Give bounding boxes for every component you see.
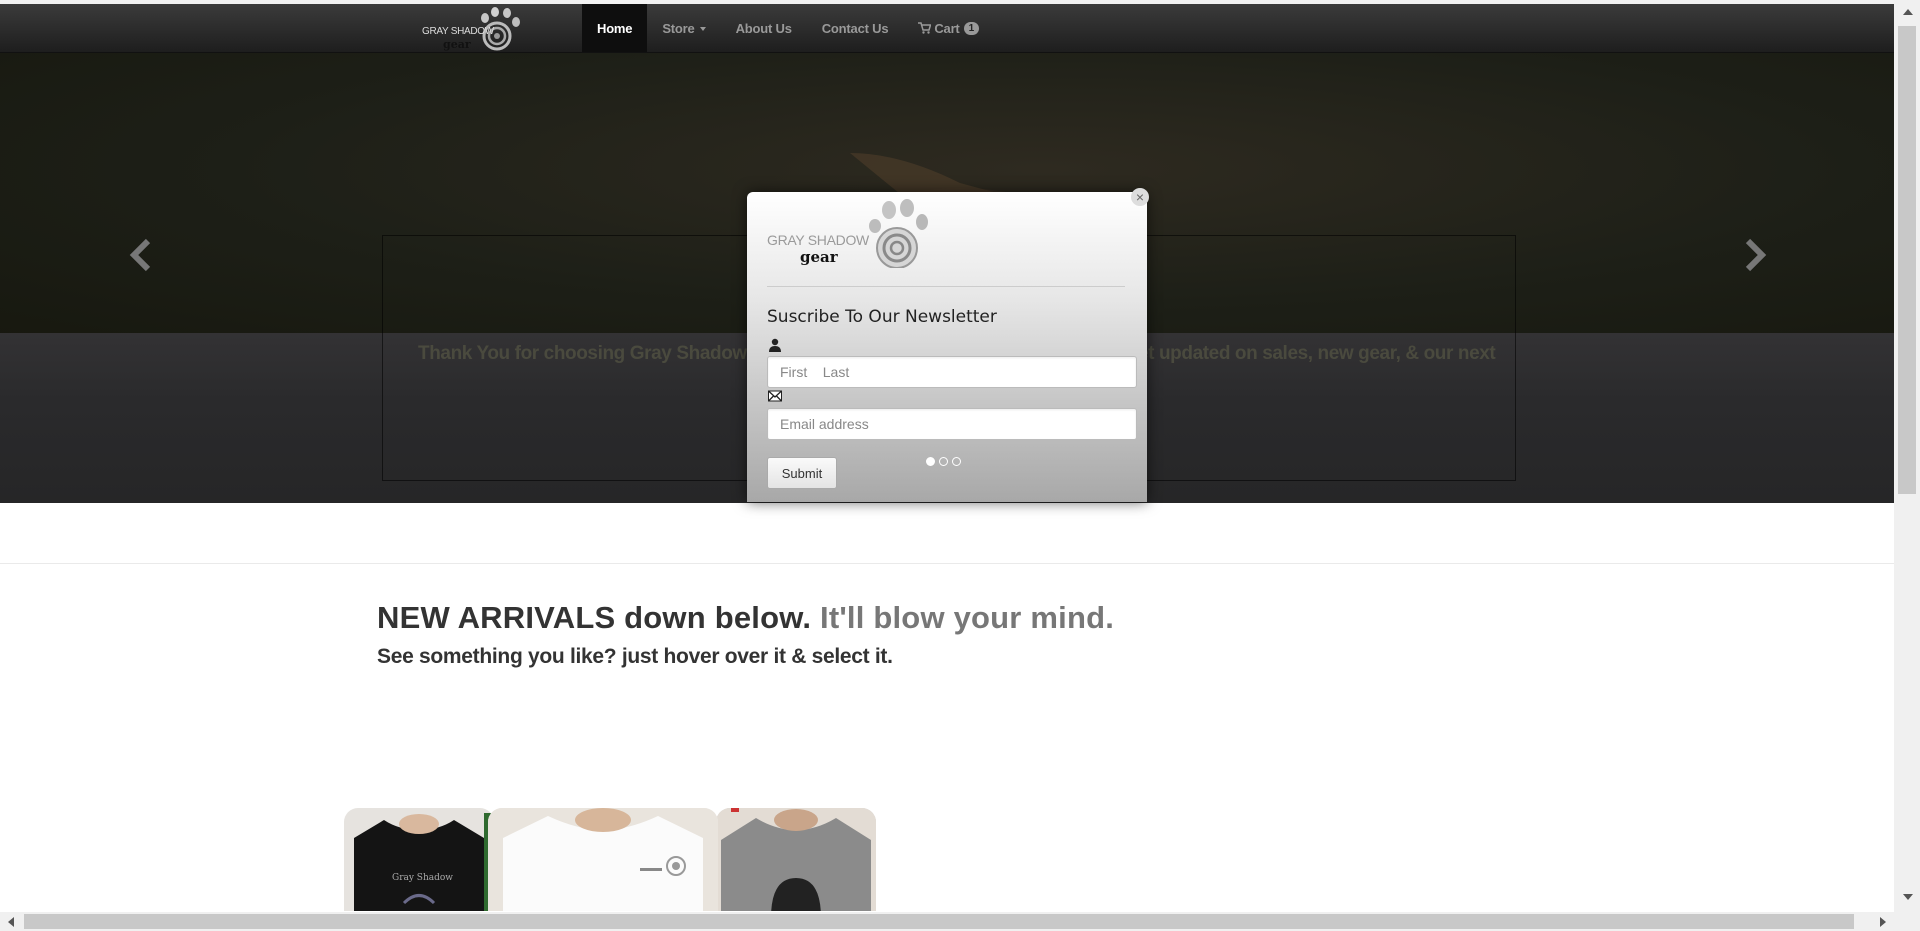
scroll-left-icon[interactable] xyxy=(8,917,14,927)
page-subheadline: See something you like? just hover over … xyxy=(377,645,893,668)
headline-gray: It'll blow your mind. xyxy=(820,600,1115,635)
nav-cart-label: Cart xyxy=(934,20,960,36)
carousel-indicator[interactable] xyxy=(939,457,948,466)
logo-subtext: gear xyxy=(443,38,471,51)
submit-button[interactable]: Submit xyxy=(767,457,837,489)
newsletter-modal: × GRAY SHADOW gear Suscribe To Our Newsl… xyxy=(747,188,1149,502)
carousel-next-button[interactable] xyxy=(1734,235,1774,275)
modal-divider xyxy=(767,286,1125,287)
horizontal-scroll-thumb[interactable] xyxy=(24,914,1854,929)
scroll-down-icon[interactable] xyxy=(1903,894,1913,900)
scrollbar-corner xyxy=(1894,912,1920,931)
brand-logo[interactable]: GRAY SHADOW gear xyxy=(420,4,526,52)
email-input[interactable] xyxy=(767,408,1137,440)
modal-logo: GRAY SHADOW gear xyxy=(767,196,947,268)
carousel-indicators xyxy=(926,457,961,466)
section-divider xyxy=(0,563,1894,564)
nav-about[interactable]: About Us xyxy=(721,4,807,52)
headline-rest: down below. xyxy=(615,600,821,635)
name-input[interactable] xyxy=(767,356,1137,388)
page-headline: NEW ARRIVALS down below. It'll blow your… xyxy=(377,600,1114,636)
modal-close-button[interactable]: × xyxy=(1131,188,1149,206)
chevron-down-icon xyxy=(699,27,706,31)
shirt-print-text: Gray Shadow xyxy=(392,873,453,883)
hero-caption: Thank You for choosing Gray Shadow Gea e… xyxy=(418,343,1496,365)
main-nav: Home Store About Us Contact Us Cart 1 xyxy=(582,4,994,52)
horizontal-scrollbar[interactable] xyxy=(0,912,1894,931)
black-shirt-image: Gray Shadow xyxy=(354,813,494,911)
vertical-scrollbar[interactable] xyxy=(1894,0,1920,912)
product-card[interactable] xyxy=(716,808,876,911)
product-card[interactable] xyxy=(488,808,718,911)
logo-text: GRAY SHADOW xyxy=(422,26,494,37)
carousel-prev-button[interactable] xyxy=(122,235,162,275)
carousel-indicator[interactable] xyxy=(926,457,935,466)
scroll-right-icon[interactable] xyxy=(1880,917,1886,927)
nav-home[interactable]: Home xyxy=(582,4,648,52)
chevron-left-icon xyxy=(129,238,151,272)
gray-shirt-image xyxy=(716,808,876,911)
nav-contact-label: Contact Us xyxy=(821,20,889,36)
chevron-right-icon xyxy=(1745,238,1767,272)
nav-contact[interactable]: Contact Us xyxy=(807,4,904,52)
scroll-up-icon[interactable] xyxy=(1903,9,1913,15)
cart-count-badge: 1 xyxy=(963,21,979,35)
white-shirt-image xyxy=(488,808,718,911)
modal-logo-text: GRAY SHADOW xyxy=(767,232,869,248)
product-card[interactable]: Gray Shadow xyxy=(344,808,494,911)
nav-store-label: Store xyxy=(662,20,695,36)
user-icon xyxy=(769,338,781,352)
headline-strong: NEW ARRIVALS xyxy=(377,600,616,635)
hero-caption-right: et updated on sales, new gear, & our nex… xyxy=(1138,343,1496,364)
product-gallery: Gray Shadow xyxy=(344,808,894,911)
nav-home-label: Home xyxy=(597,20,633,36)
envelope-icon xyxy=(768,390,782,402)
navbar: GRAY SHADOW gear Home Store About Us Con… xyxy=(0,4,1894,53)
nav-about-label: About Us xyxy=(735,20,792,36)
modal-title: Suscribe To Our Newsletter xyxy=(767,307,997,327)
cart-icon xyxy=(918,22,932,34)
nav-store[interactable]: Store xyxy=(647,4,720,52)
hero-caption-left: Thank You for choosing Gray Shadow Gea xyxy=(418,343,787,364)
modal-logo-subtext: gear xyxy=(800,248,838,266)
nav-cart[interactable]: Cart 1 xyxy=(903,4,994,52)
vertical-scroll-thumb[interactable] xyxy=(1898,26,1916,494)
carousel-indicator[interactable] xyxy=(952,457,961,466)
